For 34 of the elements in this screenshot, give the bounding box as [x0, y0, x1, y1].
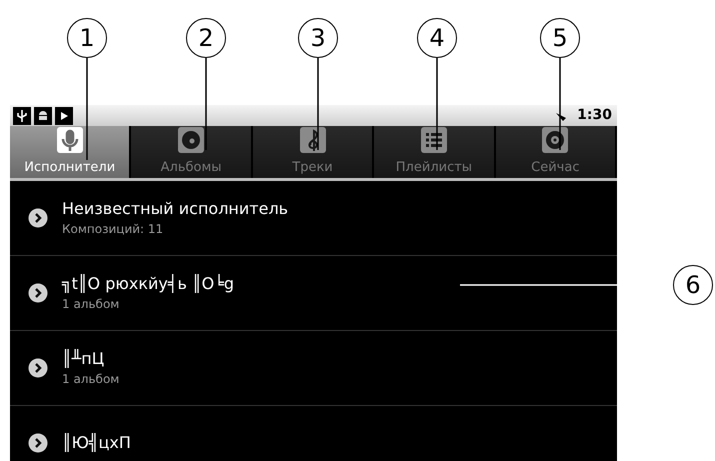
artist-detail: Композиций: 11 — [62, 220, 164, 238]
list-icon — [420, 126, 448, 154]
clock-time: 1:30 — [577, 106, 612, 125]
chevron-circle-icon — [28, 432, 48, 452]
record-icon — [541, 126, 570, 154]
microphone-icon — [56, 126, 84, 154]
artist-detail: 1 альбом — [62, 296, 120, 312]
callout-number: 6 — [673, 265, 713, 305]
usb-icon — [13, 106, 31, 124]
chevron-circle-icon — [28, 282, 48, 302]
callout-number: 4 — [417, 18, 457, 58]
artist-name: ╗t║O рюхкйу╡ь ║O╘g — [62, 272, 234, 294]
artist-row[interactable]: ║╨пЦ 1 альбом — [10, 330, 617, 406]
tab[interactable]: Плейлисты — [374, 126, 496, 178]
artist-name: Неизвестный исполнитель — [62, 198, 288, 220]
tab[interactable]: Альбомы — [131, 126, 253, 178]
tab[interactable]: Треки — [252, 126, 374, 178]
chevron-circle-icon — [28, 208, 48, 228]
artist-row[interactable]: Неизвестный исполнитель Композиций: 11 — [10, 180, 617, 256]
artist-detail: 1 альбом — [62, 370, 120, 388]
callout-number: 5 — [540, 18, 580, 58]
chevron-circle-icon — [28, 358, 48, 378]
artist-name: ║Ю╣цхП — [62, 432, 131, 454]
callout-number: 3 — [298, 18, 338, 58]
artist-row[interactable]: ║Ю╣цхП — [10, 406, 617, 461]
callout-number: 1 — [67, 18, 107, 58]
artist-row[interactable]: ╗t║O рюхкйу╡ь ║O╘g 1 альбом — [10, 256, 617, 330]
tab[interactable]: Исполнители — [10, 126, 132, 178]
artist-name: ║╨пЦ — [62, 348, 106, 370]
callout-number: 2 — [186, 18, 226, 58]
music-note-icon — [298, 126, 327, 154]
tab[interactable]: Сейчас — [496, 126, 618, 178]
play-icon — [55, 106, 73, 124]
android-icon — [34, 106, 52, 124]
